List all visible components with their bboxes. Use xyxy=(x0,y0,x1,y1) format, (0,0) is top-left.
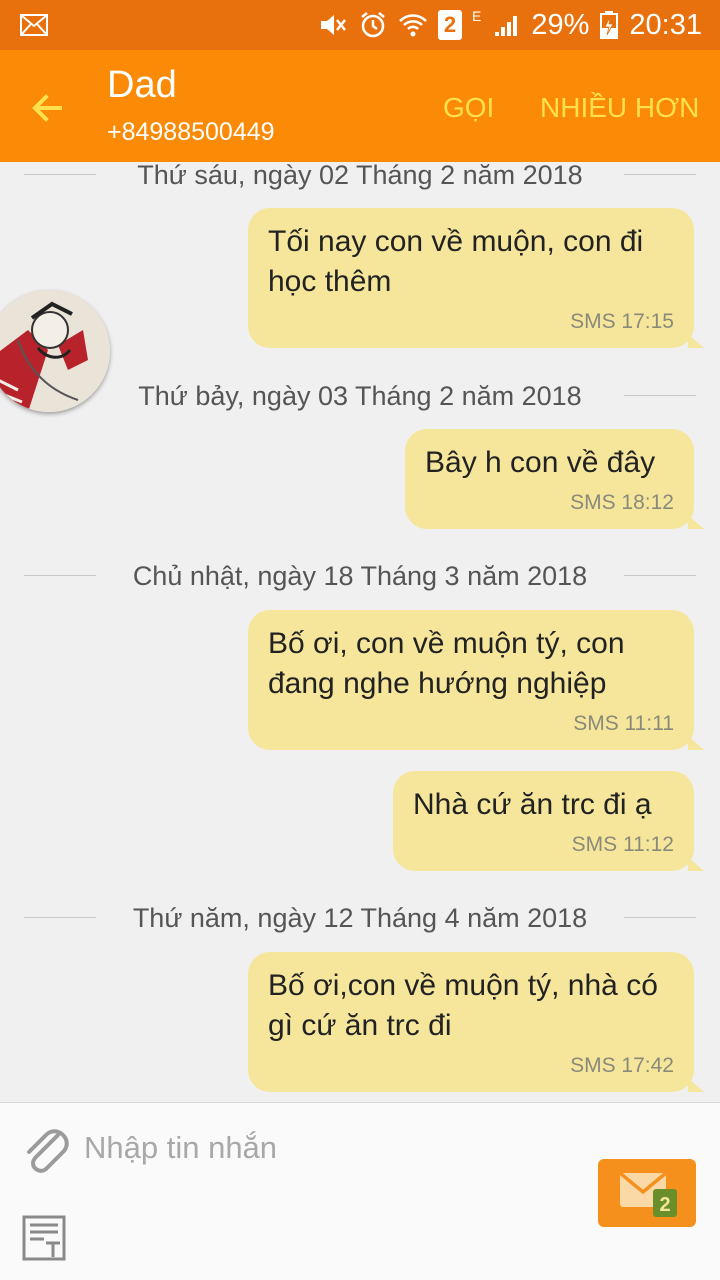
contact-phone: +84988500449 xyxy=(107,118,275,146)
date-separator: Thứ năm, ngày 12 Tháng 4 năm 2018 xyxy=(0,901,720,935)
message-text: Bố ơi,con về muộn tý, nhà có gì cứ ăn tr… xyxy=(268,969,658,1042)
message-meta: SMS 17:42 xyxy=(570,1054,674,1077)
call-button[interactable]: GỌI xyxy=(443,92,494,124)
text-template-icon[interactable] xyxy=(22,1215,66,1261)
message-bubble[interactable]: Tối nay con về muộn, con đi học thêm SMS… xyxy=(248,208,704,348)
send-sms-icon: 2 xyxy=(618,1171,677,1217)
message-text: Bây h con về đây xyxy=(425,446,656,479)
send-sim-badge: 2 xyxy=(659,1194,670,1216)
status-bar: 2 E 29% 20:31 xyxy=(0,0,720,50)
message-text: Bố ơi, con về muộn tý, con đang nghe hướ… xyxy=(268,627,625,700)
message-composer: 2 xyxy=(0,1102,720,1280)
message-bubble[interactable]: Bố ơi, con về muộn tý, con đang nghe hướ… xyxy=(248,610,704,750)
clock: 20:31 xyxy=(629,8,702,41)
battery-percent: 29% xyxy=(531,8,590,41)
conversation-header: Dad +84988500449 GỌI NHIỀU HƠN xyxy=(0,50,720,162)
message-meta: SMS 17:15 xyxy=(570,310,674,333)
date-label: Chủ nhật, ngày 18 Tháng 3 năm 2018 xyxy=(128,560,592,592)
message-input[interactable] xyxy=(84,1121,564,1175)
date-label: Thứ sáu, ngày 02 Tháng 2 năm 2018 xyxy=(133,162,587,191)
wifi-icon xyxy=(399,14,427,37)
more-button[interactable]: NHIỀU HƠN xyxy=(540,92,699,124)
message-list[interactable]: Thứ sáu, ngày 02 Tháng 2 năm 2018 Tối na… xyxy=(0,162,720,1102)
date-separator: Thứ sáu, ngày 02 Tháng 2 năm 2018 xyxy=(0,162,720,192)
send-button[interactable]: 2 xyxy=(598,1159,696,1227)
sim-icon: 2 xyxy=(438,10,463,40)
message-text: Nhà cứ ăn trc đi ạ xyxy=(413,788,652,821)
date-separator: Chủ nhật, ngày 18 Tháng 3 năm 2018 xyxy=(0,559,720,593)
message-text: Tối nay con về muộn, con đi học thêm xyxy=(268,225,644,298)
message-bubble[interactable]: Nhà cứ ăn trc đi ạ SMS 11:12 xyxy=(393,771,704,871)
message-meta: SMS 18:12 xyxy=(570,491,674,514)
battery-charging-icon xyxy=(600,11,619,39)
alarm-icon xyxy=(361,12,385,38)
mute-icon xyxy=(321,15,347,35)
message-bubble[interactable]: Bố ơi,con về muộn tý, nhà có gì cứ ăn tr… xyxy=(248,952,704,1092)
date-label: Thứ năm, ngày 12 Tháng 4 năm 2018 xyxy=(128,902,592,934)
signal-icon xyxy=(495,16,518,36)
message-meta: SMS 11:11 xyxy=(573,712,674,735)
contact-name: Dad xyxy=(107,64,177,106)
mail-icon xyxy=(20,14,48,36)
message-meta: SMS 11:12 xyxy=(571,833,674,856)
arrow-back-icon[interactable] xyxy=(24,84,72,132)
network-type: E xyxy=(472,8,482,24)
message-bubble[interactable]: Bây h con về đây SMS 18:12 xyxy=(405,429,704,529)
date-separator: Thứ bảy, ngày 03 Tháng 2 năm 2018 xyxy=(0,379,720,413)
date-label: Thứ bảy, ngày 03 Tháng 2 năm 2018 xyxy=(134,380,586,412)
paperclip-icon[interactable] xyxy=(20,1123,70,1175)
